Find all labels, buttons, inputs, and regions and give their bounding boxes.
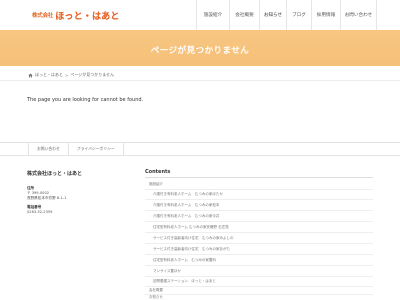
breadcrumb-separator: > [65, 72, 69, 78]
divider [145, 254, 373, 255]
breadcrumb: ほっと・はあと > ページが見つかりません [28, 72, 114, 78]
nav-recruit[interactable]: 採用情報 [311, 0, 340, 30]
footer-link-contact[interactable]: お問い合わせ [28, 143, 68, 155]
contents-item[interactable]: 介護付き有料老人ホーム むつみの家今井 [153, 214, 219, 219]
divider [145, 243, 373, 244]
logo-main: ほっと・はあと [55, 11, 120, 22]
divider [145, 276, 373, 277]
divider [145, 286, 373, 287]
divider [145, 232, 373, 233]
company-name: 株式会社ほっと・はあと [27, 171, 83, 177]
logo-prefix: 株式会社 [32, 13, 54, 19]
nav-label: 会社概要 [235, 13, 254, 18]
nav-label: 施設紹介 [203, 13, 223, 18]
contents-item[interactable]: サービス付き高齢者向け住宅 むつみの家あがた [153, 247, 230, 252]
divider [145, 210, 373, 211]
contents-item[interactable]: 住宅型有料老人ホーム むつみの家豊科 [153, 258, 216, 263]
tel-number: 0263-52-2359 [27, 210, 53, 214]
breadcrumb-home[interactable]: ほっと・はあと [35, 72, 63, 78]
nav-label: ブログ [292, 13, 306, 18]
global-nav: 施設紹介 会社概要 お知らせ ブログ 採用情報 お問い合わせ [196, 0, 377, 30]
divider [145, 189, 373, 190]
nav-blog[interactable]: ブログ [286, 0, 311, 30]
contents-item[interactable]: サービス付き高齢者向け住宅 むつみの家みよしの [153, 236, 234, 241]
home-icon [28, 73, 33, 77]
nav-contact[interactable]: お問い合わせ [340, 0, 377, 30]
nav-label: 採用情報 [316, 13, 336, 18]
footer-link-privacy[interactable]: プライバシーポリシー [67, 143, 124, 155]
contents-item-company[interactable]: 会社概要 [149, 288, 163, 293]
footer-link-label: お問い合わせ [37, 146, 60, 151]
site-logo[interactable]: 株式会社 ほっと・はあと [32, 9, 120, 22]
divider [145, 199, 373, 200]
divider [145, 294, 373, 295]
not-found-message: The page you are looking for cannot be f… [27, 97, 144, 103]
contents-title: Contents [145, 169, 171, 175]
contents-item[interactable]: 住宅型有料老人ホーム むつみの家安曇野 石芝苑 [153, 225, 229, 230]
contents-divider [145, 177, 373, 178]
footer-link-label: プライバシーポリシー [76, 146, 115, 151]
divider [145, 221, 373, 222]
contents-item-news[interactable]: お知らせ [149, 295, 163, 300]
contents-item[interactable]: マンサイス豊ほか [153, 269, 181, 274]
contents-item[interactable]: 介護付き有料老人ホーム むつみの家松本 [153, 203, 219, 208]
page-title: ページが見つかりません [150, 46, 250, 56]
divider [145, 265, 373, 266]
address: 長野県松本市芳野 8-1-1 [27, 196, 67, 200]
contents-item[interactable]: 訪問看護ステーション ほっと・はあと [153, 279, 216, 284]
nav-label: お知らせ [263, 13, 283, 18]
nav-news[interactable]: お知らせ [259, 0, 286, 30]
breadcrumb-current: ページが見つかりません [70, 72, 115, 77]
contents-item[interactable]: 介護付き有料老人ホーム むつみの家ほたか [153, 192, 223, 197]
contents-item-facilities[interactable]: 施設紹介 [149, 182, 163, 187]
footer-nav: お問い合わせ プライバシーポリシー [28, 143, 124, 155]
nav-company[interactable]: 会社概要 [229, 0, 259, 30]
nav-facilities[interactable]: 施設紹介 [196, 0, 229, 30]
nav-label: お問い合わせ [344, 13, 373, 18]
